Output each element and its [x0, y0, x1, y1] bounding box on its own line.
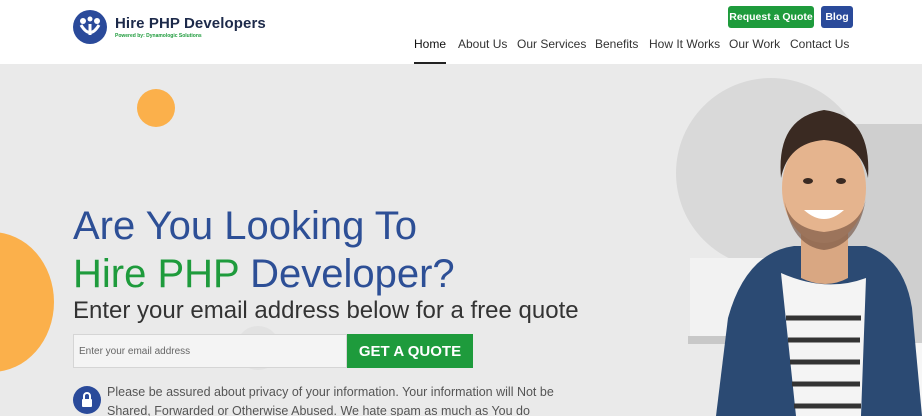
hero-heading-blue: Developer? — [238, 252, 455, 296]
nav-item-contact-us[interactable]: Contact Us — [790, 37, 849, 64]
nav-item-home[interactable]: Home — [414, 37, 447, 64]
hero-heading: Are You Looking To Hire PHP Developer? — [73, 202, 455, 298]
request-quote-button[interactable]: Request a Quote — [728, 6, 814, 28]
get-quote-button[interactable]: GET A QUOTE — [347, 334, 473, 368]
hero-heading-line1: Are You Looking To — [73, 204, 418, 248]
blog-button[interactable]: Blog — [821, 6, 853, 28]
logo-subtitle: Powered by: Dynamologic Solutions — [115, 33, 202, 39]
developer-photo — [676, 78, 922, 416]
nav-item-benefits[interactable]: Benefits — [595, 37, 638, 64]
privacy-notice: Please be assured about privacy of your … — [107, 385, 554, 416]
hero-subheading: Enter your email address below for a fre… — [73, 297, 579, 324]
hero-heading-green: Hire PHP — [73, 252, 239, 296]
email-input[interactable] — [73, 334, 347, 368]
nav-item-how-it-works[interactable]: How It Works — [649, 37, 720, 64]
nav-item-our-work[interactable]: Our Work — [729, 37, 780, 64]
hero-heading-line2: Hire PHP Developer? — [73, 250, 455, 298]
orange-half-circle-decoration — [0, 232, 54, 372]
hero-section: Are You Looking To Hire PHP Developer? E… — [0, 64, 922, 416]
site-header: Hire PHP Developers Powered by: Dynamolo… — [0, 0, 922, 64]
site-logo[interactable]: Hire PHP Developers Powered by: Dynamolo… — [73, 10, 266, 44]
orange-dot-decoration — [137, 89, 175, 127]
nav-item-about-us[interactable]: About Us — [458, 37, 507, 64]
logo-title: Hire PHP Developers — [115, 15, 266, 32]
people-logo-icon — [73, 10, 107, 44]
nav-item-our-services[interactable]: Our Services — [517, 37, 586, 64]
lock-icon — [73, 386, 101, 414]
